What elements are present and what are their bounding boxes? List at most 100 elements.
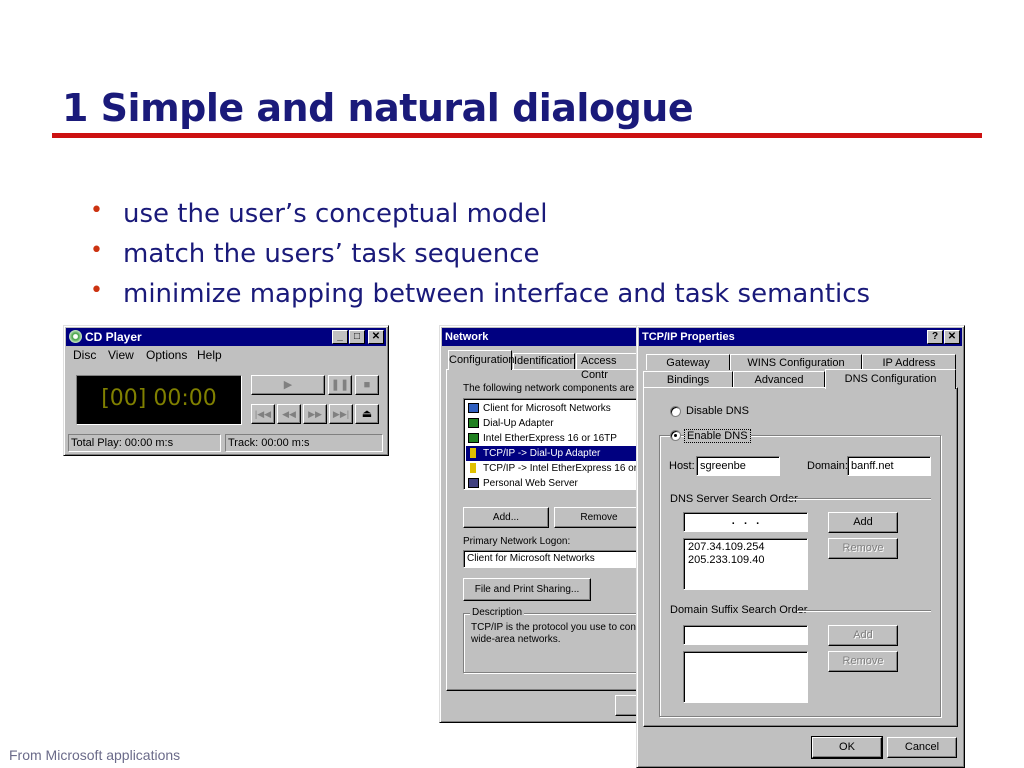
list-item[interactable]: Personal Web Server bbox=[466, 476, 640, 489]
domain-field[interactable]: banff.net bbox=[847, 456, 931, 476]
play-icon: ▶ bbox=[283, 379, 293, 391]
list-item[interactable]: 205.233.109.40 bbox=[688, 554, 807, 567]
network-title: Network bbox=[445, 331, 489, 343]
cancel-button[interactable]: Cancel bbox=[887, 737, 957, 758]
description-label: Description bbox=[470, 607, 525, 618]
bullet-list: • use the user’s conceptual model • match … bbox=[90, 198, 870, 318]
bullet-text: minimize mapping between interface and t… bbox=[123, 279, 871, 309]
logon-select[interactable]: Client for Microsoft Networks bbox=[463, 550, 640, 568]
tab-bindings[interactable]: Bindings bbox=[643, 371, 733, 387]
description-text: TCP/IP is the protocol you use to conne … bbox=[471, 622, 640, 645]
list-item[interactable]: Client for Microsoft Networks bbox=[466, 401, 640, 416]
cd-player-title: CD Player bbox=[85, 330, 142, 344]
enable-dns-radio[interactable] bbox=[670, 430, 681, 441]
network-client-icon bbox=[468, 403, 479, 413]
minimize-icon[interactable]: _ bbox=[332, 330, 348, 344]
eject-icon: ⏏ bbox=[361, 408, 373, 420]
host-label: Host: bbox=[669, 460, 695, 472]
help-icon[interactable]: ? bbox=[927, 330, 943, 344]
pause-icon: ❚❚ bbox=[330, 379, 350, 391]
network-titlebar[interactable]: Network bbox=[442, 328, 638, 346]
dns-add-button[interactable]: Add bbox=[828, 512, 898, 533]
tab-advanced[interactable]: Advanced bbox=[733, 371, 825, 387]
menu-disc[interactable]: Disc bbox=[73, 348, 96, 362]
list-item-label: TCP/IP -> Intel EtherExpress 16 or 16 bbox=[483, 463, 641, 474]
enable-dns-label[interactable]: Enable DNS bbox=[684, 429, 751, 443]
list-item-label: Personal Web Server bbox=[483, 478, 578, 489]
eject-button[interactable]: ⏏ bbox=[355, 404, 379, 424]
bullet-icon: • bbox=[90, 238, 103, 263]
rewind-button[interactable]: ◀◀ bbox=[277, 404, 301, 424]
list-item-label: Dial-Up Adapter bbox=[483, 418, 554, 429]
title-rule bbox=[52, 133, 982, 138]
list-item-selected[interactable]: TCP/IP -> Dial-Up Adapter bbox=[466, 446, 640, 461]
disable-dns-radio[interactable] bbox=[670, 406, 681, 417]
bullet-icon: • bbox=[90, 278, 103, 303]
adapter-icon bbox=[468, 433, 479, 443]
disable-dns-label[interactable]: Disable DNS bbox=[686, 405, 749, 417]
components-list[interactable]: Client for Microsoft Networks Dial-Up Ad… bbox=[463, 398, 641, 490]
dns-server-list[interactable]: 207.34.109.254 205.233.109.40 bbox=[683, 538, 808, 590]
tab-dns-configuration[interactable]: DNS Configuration bbox=[825, 369, 956, 389]
ok-button[interactable]: OK bbox=[811, 736, 883, 759]
tab-gateway[interactable]: Gateway bbox=[646, 354, 730, 370]
tab-configuration[interactable]: Configuration bbox=[448, 350, 514, 370]
play-button[interactable]: ▶ bbox=[251, 375, 325, 395]
remove-button[interactable]: Remove bbox=[554, 507, 640, 528]
list-item[interactable]: Intel EtherExpress 16 or 16TP bbox=[466, 431, 640, 446]
list-item[interactable]: Dial-Up Adapter bbox=[466, 416, 640, 431]
bullet-item: • minimize mapping between interface and … bbox=[90, 278, 870, 318]
components-label: The following network components are ins bbox=[463, 383, 641, 394]
footer-credit: From Microsoft applications bbox=[9, 747, 181, 763]
adapter-icon bbox=[468, 418, 479, 428]
host-field[interactable]: sgreenbe bbox=[696, 456, 780, 476]
tcpip-properties-window: TCP/IP Properties ? ✕ Gateway WINS Confi… bbox=[636, 325, 965, 768]
cd-player-titlebar[interactable]: CD Player _ □ ✕ bbox=[66, 328, 386, 346]
status-total-play: Total Play: 00:00 m:s bbox=[68, 434, 221, 452]
bullet-item: • match the users’ task sequence bbox=[90, 238, 870, 278]
rewind-icon: ◀◀ bbox=[282, 409, 296, 419]
next-track-icon: ▶▶| bbox=[332, 409, 350, 419]
dns-ip-input[interactable]: . . . bbox=[683, 512, 808, 532]
list-item-label: Client for Microsoft Networks bbox=[483, 403, 611, 414]
cd-player-window: CD Player _ □ ✕ Disc View Options Help [… bbox=[63, 325, 389, 456]
status-track: Track: 00:00 m:s bbox=[225, 434, 383, 452]
fast-forward-icon: ▶▶ bbox=[308, 409, 322, 419]
bullet-text: use the user’s conceptual model bbox=[123, 199, 548, 229]
bullet-item: • use the user’s conceptual model bbox=[90, 198, 870, 238]
dns-order-rule bbox=[787, 498, 931, 500]
suffix-order-rule bbox=[797, 610, 931, 612]
tab-wins-configuration[interactable]: WINS Configuration bbox=[730, 354, 862, 370]
add-button[interactable]: Add... bbox=[463, 507, 549, 528]
stop-button[interactable]: ■ bbox=[355, 375, 379, 395]
suffix-add-button[interactable]: Add bbox=[828, 625, 898, 646]
bullet-text: match the users’ task sequence bbox=[123, 239, 540, 269]
tcpip-title: TCP/IP Properties bbox=[642, 331, 735, 343]
dns-order-label: DNS Server Search Order bbox=[670, 493, 798, 505]
suffix-list[interactable] bbox=[683, 651, 808, 703]
tab-identification[interactable]: Identification bbox=[513, 353, 576, 369]
maximize-icon[interactable]: □ bbox=[349, 330, 365, 344]
previous-track-button[interactable]: |◀◀ bbox=[251, 404, 275, 424]
close-icon[interactable]: ✕ bbox=[368, 330, 384, 344]
fast-forward-button[interactable]: ▶▶ bbox=[303, 404, 327, 424]
suffix-input[interactable] bbox=[683, 625, 808, 645]
list-item[interactable]: TCP/IP -> Intel EtherExpress 16 or 16 bbox=[466, 461, 641, 476]
service-icon bbox=[468, 478, 479, 488]
dns-remove-button[interactable]: Remove bbox=[828, 538, 898, 559]
menu-help[interactable]: Help bbox=[197, 348, 222, 362]
file-print-sharing-button[interactable]: File and Print Sharing... bbox=[463, 578, 591, 601]
tcpip-titlebar[interactable]: TCP/IP Properties ? ✕ bbox=[639, 328, 962, 346]
menu-view[interactable]: View bbox=[108, 348, 134, 362]
suffix-remove-button[interactable]: Remove bbox=[828, 651, 898, 672]
next-track-button[interactable]: ▶▶| bbox=[329, 404, 353, 424]
tab-ip-address[interactable]: IP Address bbox=[862, 354, 956, 370]
protocol-icon bbox=[470, 448, 476, 458]
tab-access-control[interactable]: Access Contr bbox=[576, 353, 640, 381]
previous-track-icon: |◀◀ bbox=[254, 409, 272, 419]
menu-options[interactable]: Options bbox=[146, 348, 187, 362]
close-icon[interactable]: ✕ bbox=[944, 330, 960, 344]
network-window: Network Configuration Identification Acc… bbox=[439, 325, 641, 723]
list-item[interactable]: 207.34.109.254 bbox=[688, 541, 807, 554]
pause-button[interactable]: ❚❚ bbox=[328, 375, 352, 395]
